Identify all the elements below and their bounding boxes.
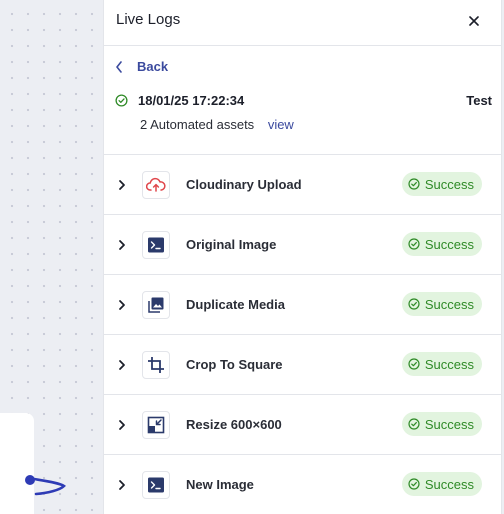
step-list: Cloudinary Upload Success Original Image… [104, 155, 501, 514]
status-badge: Success [401, 352, 482, 376]
step-row[interactable]: Crop To Square Success [104, 335, 501, 395]
step-name: Original Image [186, 237, 277, 252]
run-row: 18/01/25 17:22:34 Test [115, 91, 492, 109]
status-badge: Success [401, 172, 482, 196]
run-environment: Test [466, 92, 492, 108]
chevron-right-icon[interactable] [116, 299, 128, 311]
status-label: Success [424, 416, 474, 432]
panel-title: Live Logs [116, 11, 181, 28]
status-badge: Success [401, 472, 482, 496]
step-name: Crop To Square [186, 357, 283, 372]
view-assets-link[interactable]: view [268, 117, 294, 132]
chevron-right-icon[interactable] [116, 479, 128, 491]
check-circle-icon [408, 178, 420, 190]
status-label: Success [424, 236, 474, 252]
assets-row: 2 Automated assets view [140, 117, 294, 132]
status-label: Success [424, 176, 474, 192]
step-icon-tile [142, 291, 170, 319]
status-badge: Success [401, 412, 482, 436]
check-circle-icon [408, 238, 420, 250]
back-label: Back [137, 59, 169, 74]
step-icon-tile [142, 351, 170, 379]
status-label: Success [424, 476, 474, 492]
status-badge: Success [401, 292, 482, 316]
close-button[interactable] [463, 10, 485, 32]
step-row[interactable]: Resize 600×600 Success [104, 395, 501, 455]
step-row[interactable]: Cloudinary Upload Success [104, 155, 501, 215]
step-icon-tile [142, 411, 170, 439]
chevron-right-icon[interactable] [116, 239, 128, 251]
step-row[interactable]: Duplicate Media Success [104, 275, 501, 335]
check-circle-icon [408, 298, 420, 310]
terminal-icon [148, 477, 164, 493]
step-row[interactable]: Original Image Success [104, 215, 501, 275]
chevron-right-icon[interactable] [116, 419, 128, 431]
images-icon [148, 297, 164, 313]
assets-count: 2 Automated assets [140, 117, 255, 132]
chevron-right-icon[interactable] [116, 179, 128, 191]
status-label: Success [424, 356, 474, 372]
check-circle-icon [408, 478, 420, 490]
check-circle-icon [408, 358, 420, 370]
step-name: Resize 600×600 [186, 417, 282, 432]
panel-header: Live Logs [104, 0, 501, 46]
workflow-edge [25, 475, 66, 496]
step-icon-tile [142, 471, 170, 499]
terminal-icon [148, 237, 164, 253]
step-name: New Image [186, 477, 254, 492]
status-badge: Success [401, 232, 482, 256]
workflow-canvas[interactable] [0, 0, 103, 514]
step-icon-tile [142, 171, 170, 199]
check-circle-icon [408, 418, 420, 430]
status-label: Success [424, 296, 474, 312]
chevron-left-icon [116, 60, 122, 73]
step-name: Duplicate Media [186, 297, 285, 312]
close-icon [469, 16, 479, 26]
check-circle-icon [115, 93, 128, 107]
chevron-right-icon[interactable] [116, 359, 128, 371]
run-timestamp: 18/01/25 17:22:34 [138, 92, 245, 108]
back-button[interactable]: Back [115, 59, 168, 74]
crop-icon [148, 357, 164, 373]
step-name: Cloudinary Upload [186, 177, 302, 192]
step-icon-tile [142, 231, 170, 259]
cloud-upload-icon [146, 177, 166, 192]
step-row[interactable]: New Image Success [104, 455, 501, 514]
resize-icon [147, 416, 165, 434]
